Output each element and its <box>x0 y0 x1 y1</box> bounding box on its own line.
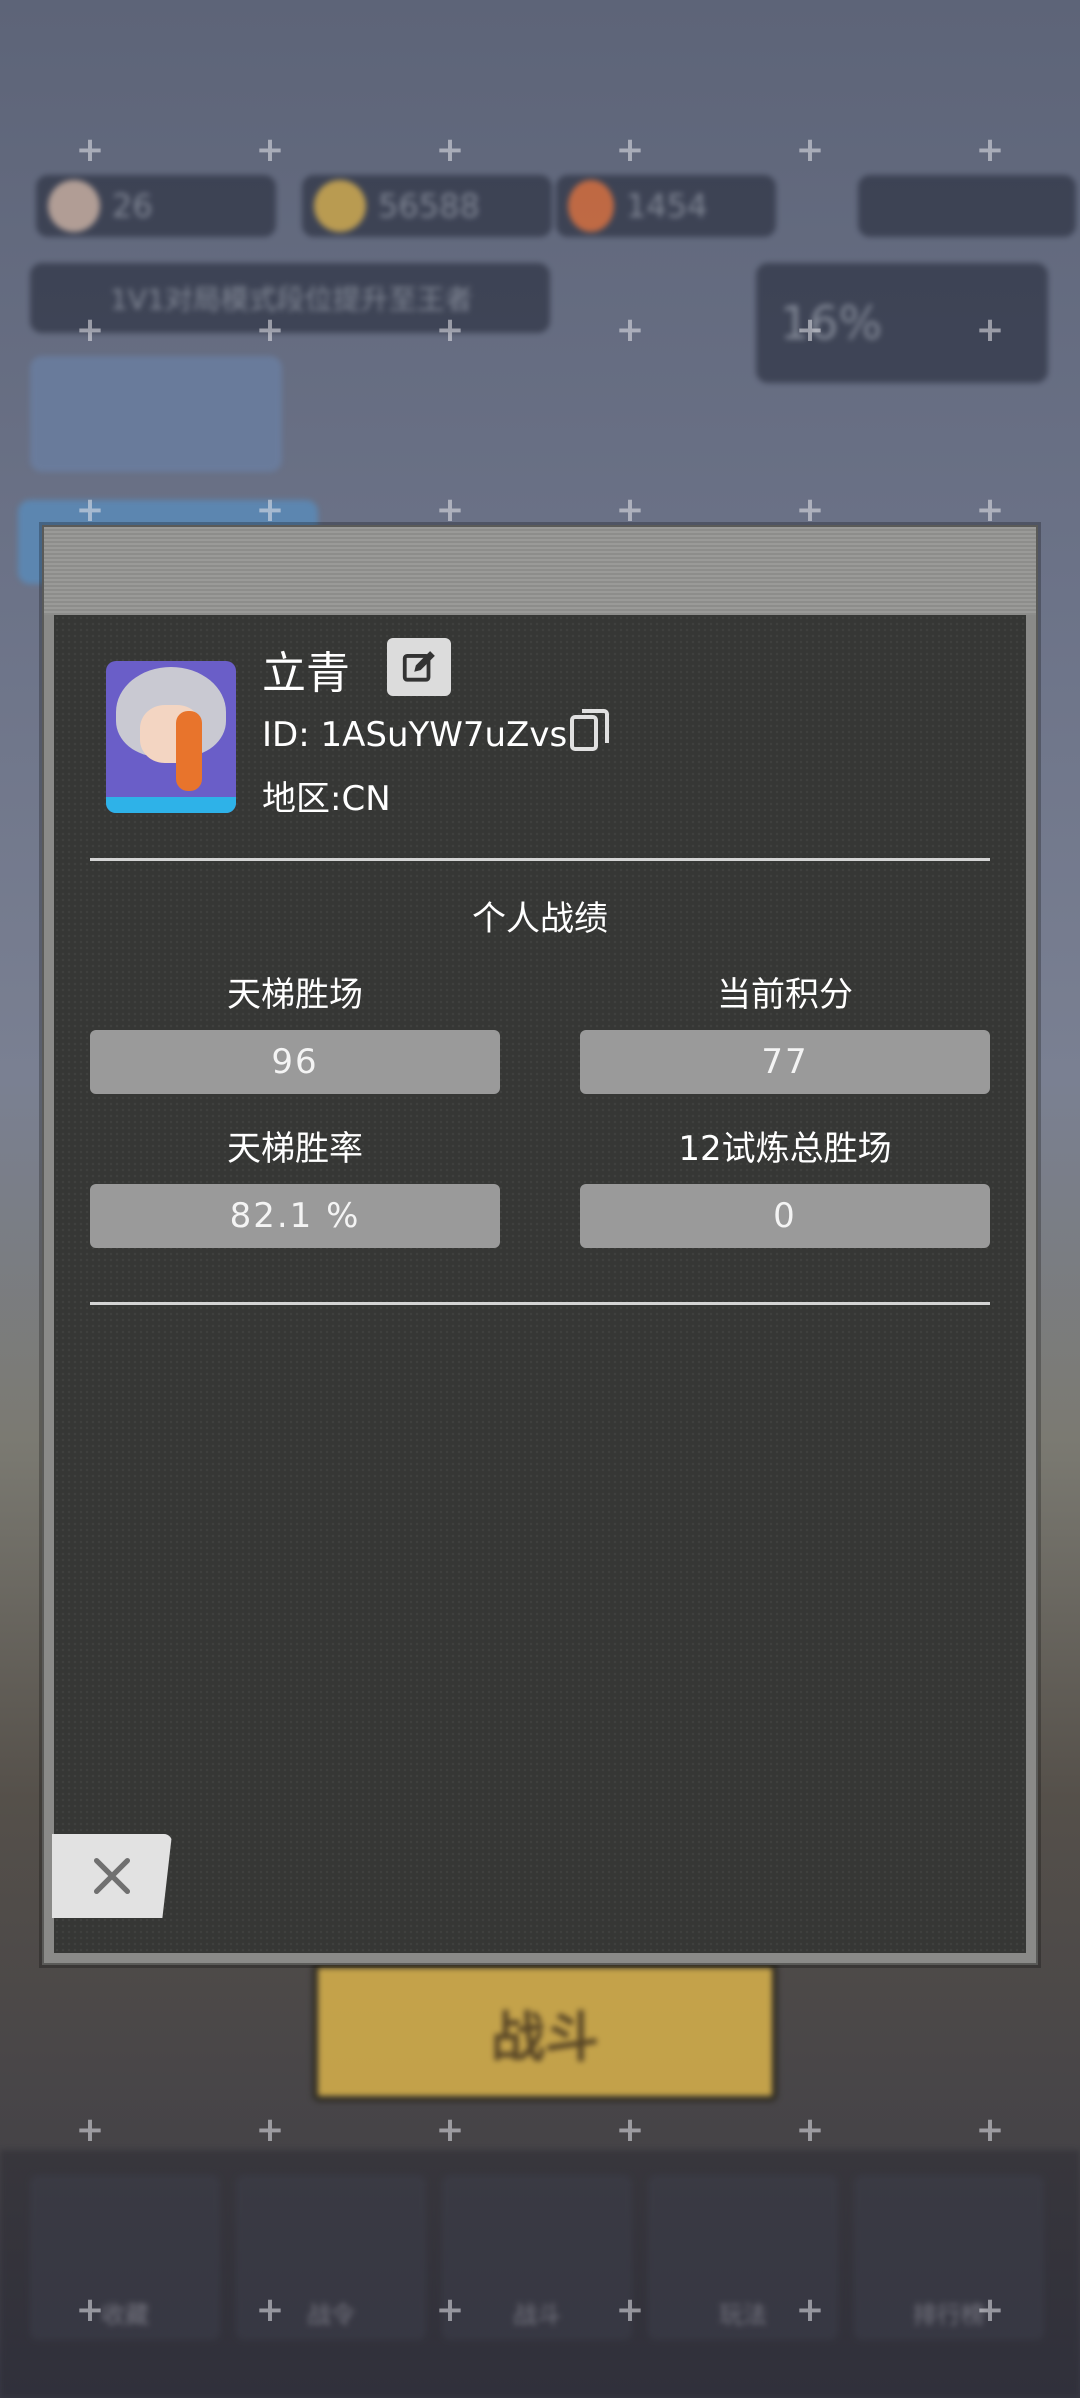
plus-mark: + <box>435 130 465 170</box>
battle-button-bg: 战斗 <box>312 1962 778 2102</box>
copy-id-button[interactable] <box>567 706 613 758</box>
plus-mark: + <box>795 490 825 530</box>
plus-mark: + <box>435 2110 465 2150</box>
battle-button-label: 战斗 <box>491 2005 599 2069</box>
notice-bar: 1V1对局模式段位提升至王者 <box>30 263 550 333</box>
event-banner <box>30 356 282 472</box>
divider-bottom <box>90 1302 990 1305</box>
player-region: 地区:CN <box>262 779 391 819</box>
plus-mark: + <box>975 130 1005 170</box>
player-level-pill: 26 <box>36 175 276 237</box>
trial-wins-label: 12试炼总胜场 <box>678 1129 892 1169</box>
avatar-small-icon <box>48 180 100 232</box>
plus-mark: + <box>615 130 645 170</box>
plus-mark: + <box>255 2110 285 2150</box>
plus-mark: + <box>75 2290 105 2330</box>
notice-text: 1V1对局模式段位提升至王者 <box>110 283 473 316</box>
plus-mark: + <box>975 2110 1005 2150</box>
edit-name-button[interactable] <box>387 638 451 696</box>
plus-mark: + <box>615 2110 645 2150</box>
plus-mark: + <box>255 310 285 350</box>
plus-mark: + <box>75 2110 105 2150</box>
plus-mark: + <box>975 2290 1005 2330</box>
ladder-winrate-value: 82.1 % <box>90 1184 500 1248</box>
plus-mark: + <box>75 310 105 350</box>
plus-mark: + <box>615 2290 645 2330</box>
plus-mark: + <box>795 130 825 170</box>
ladder-wins-value: 96 <box>90 1030 500 1094</box>
current-points-label: 当前积分 <box>717 975 853 1015</box>
gem-value: 1454 <box>626 187 708 225</box>
copy-icon <box>570 709 609 751</box>
gem-pill: 1454 <box>556 175 776 237</box>
nav-tab-label: 战令 <box>307 2301 355 2329</box>
dialog-header-strip <box>44 527 1036 615</box>
close-icon <box>93 1857 131 1895</box>
nav-tab-label: 战斗 <box>513 2301 561 2329</box>
nav-tab-ranking: 排行榜 <box>854 2175 1044 2340</box>
current-points-value: 77 <box>580 1030 990 1094</box>
dialog-body <box>54 615 1026 1953</box>
plus-mark: + <box>615 310 645 350</box>
avatar-braid <box>176 711 202 791</box>
plus-mark: + <box>255 490 285 530</box>
avatar[interactable] <box>106 661 236 813</box>
close-button[interactable] <box>52 1834 172 1918</box>
gem-icon <box>568 180 614 232</box>
gold-pill: 56588 <box>302 175 552 237</box>
divider-top <box>90 858 990 861</box>
stats-title: 个人战绩 <box>472 899 608 939</box>
plus-mark: + <box>255 2290 285 2330</box>
plus-mark: + <box>435 490 465 530</box>
plus-mark: + <box>615 490 645 530</box>
nav-tab-label: 排行榜 <box>913 2301 985 2329</box>
plus-mark: + <box>75 490 105 530</box>
plus-mark: + <box>975 310 1005 350</box>
gold-value: 56588 <box>378 187 480 225</box>
player-name: 立青 <box>262 648 350 699</box>
ladder-winrate-label: 天梯胜率 <box>227 1129 363 1169</box>
nav-tab-battle: 战斗 <box>442 2175 632 2340</box>
nav-tab-label: 收藏 <box>101 2301 149 2329</box>
ladder-wins-label: 天梯胜场 <box>227 975 363 1015</box>
nav-tab-collection: 收藏 <box>30 2175 220 2340</box>
plus-mark: + <box>795 2290 825 2330</box>
plus-mark: + <box>75 130 105 170</box>
plus-mark: + <box>435 310 465 350</box>
plus-mark: + <box>975 490 1005 530</box>
plus-mark: + <box>255 130 285 170</box>
avatar-level-bar <box>106 797 236 813</box>
coin-icon <box>314 180 366 232</box>
nav-tab-label: 玩法 <box>719 2301 767 2329</box>
player-id: ID: 1ASuYW7uZvs <box>262 715 568 755</box>
plus-mark: + <box>795 2110 825 2150</box>
mail-menu-pill <box>858 175 1076 237</box>
plus-mark: + <box>795 310 825 350</box>
level-value: 26 <box>112 187 153 225</box>
plus-mark: + <box>435 2290 465 2330</box>
trial-wins-value: 0 <box>580 1184 990 1248</box>
edit-icon <box>402 651 435 682</box>
